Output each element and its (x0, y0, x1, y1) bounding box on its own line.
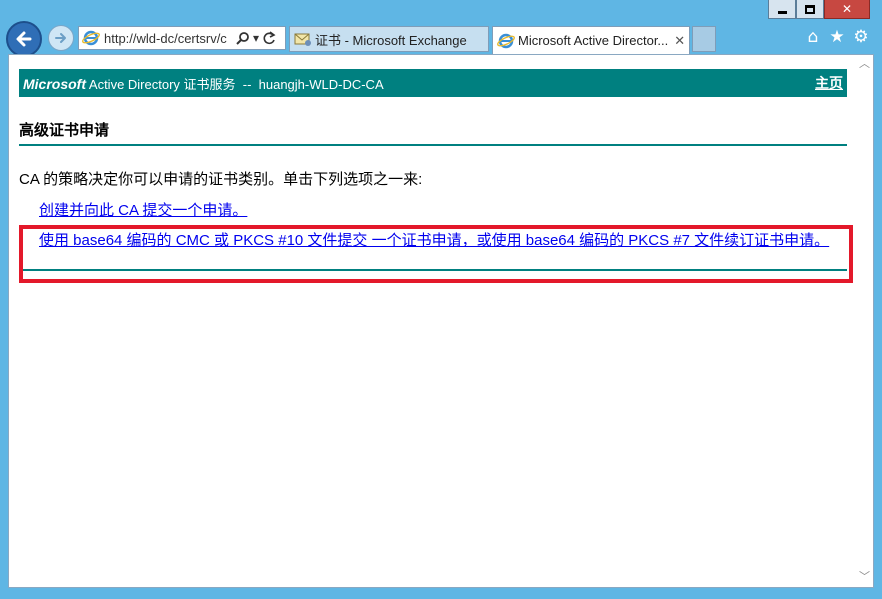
maximize-button[interactable] (796, 0, 824, 19)
settings-gear-icon[interactable]: ⚙ (852, 28, 870, 46)
certsrv-page: Microsoft Active Directory 证书服务 -- huang… (19, 69, 853, 283)
exchange-mail-icon (294, 33, 311, 46)
ie-page-icon (82, 30, 100, 46)
address-bar[interactable]: http://wld-dc/certsrv/c ▾ (78, 26, 286, 50)
base64-request-link[interactable]: 使用 base64 编码的 CMC 或 PKCS #10 文件提交 一个证书申请… (39, 231, 847, 251)
tab-certsrv[interactable]: Microsoft Active Director... ✕ (492, 26, 690, 54)
search-icon[interactable] (236, 31, 250, 45)
scroll-down-icon[interactable]: ﹀ (856, 568, 873, 585)
browser-command-icons: ⌂ ★ ⚙ (804, 28, 870, 46)
dropdown-icon[interactable]: ▾ (253, 31, 259, 45)
forward-arrow-icon (55, 33, 66, 43)
tab-exchange[interactable]: 证书 - Microsoft Exchange (289, 26, 489, 52)
divider (19, 144, 847, 146)
scroll-up-icon[interactable]: ︿ (856, 55, 873, 72)
microsoft-brand: Microsoft (23, 75, 86, 92)
service-title: Active Directory 证书服务 -- huangjh-WLD-DC-… (86, 76, 384, 92)
tab-label: Microsoft Active Director... (518, 33, 669, 48)
address-url[interactable]: http://wld-dc/certsrv/c (104, 31, 234, 46)
ie-page-icon (497, 33, 515, 48)
certsrv-header: Microsoft Active Directory 证书服务 -- huang… (19, 69, 847, 97)
tab-label: 证书 - Microsoft Exchange (315, 32, 467, 48)
close-tab-icon[interactable]: ✕ (674, 33, 685, 49)
create-request-link[interactable]: 创建并向此 CA 提交一个申请。 (39, 201, 847, 221)
refresh-icon[interactable] (262, 31, 276, 45)
close-icon: ✕ (841, 2, 853, 16)
back-arrow-icon (16, 31, 32, 47)
intro-text: CA 的策略决定你可以申请的证书类别。单击下列选项之一来: (19, 171, 423, 188)
back-button[interactable] (6, 21, 42, 57)
window-caption-buttons: ✕ (768, 0, 870, 20)
forward-button[interactable] (48, 25, 74, 51)
maximize-icon (805, 4, 815, 14)
browser-toolbar: http://wld-dc/certsrv/c ▾ 证书 - Microsoft… (0, 20, 882, 57)
home-link[interactable]: 主页 (815, 73, 843, 93)
new-tab-button[interactable] (692, 26, 716, 52)
divider (19, 269, 847, 271)
favorites-star-icon[interactable]: ★ (828, 28, 846, 46)
minimize-icon (777, 10, 787, 14)
option-links: 创建并向此 CA 提交一个申请。 使用 base64 编码的 CMC 或 PKC… (19, 201, 853, 283)
close-window-button[interactable]: ✕ (824, 0, 870, 19)
vertical-scrollbar[interactable]: ︿ ﹀ (856, 55, 873, 587)
minimize-button[interactable] (768, 0, 796, 19)
page-title: 高级证书申请 (19, 122, 110, 139)
home-icon[interactable]: ⌂ (804, 28, 822, 46)
page-viewport: ︿ ﹀ Microsoft Active Directory 证书服务 -- h… (8, 54, 874, 588)
